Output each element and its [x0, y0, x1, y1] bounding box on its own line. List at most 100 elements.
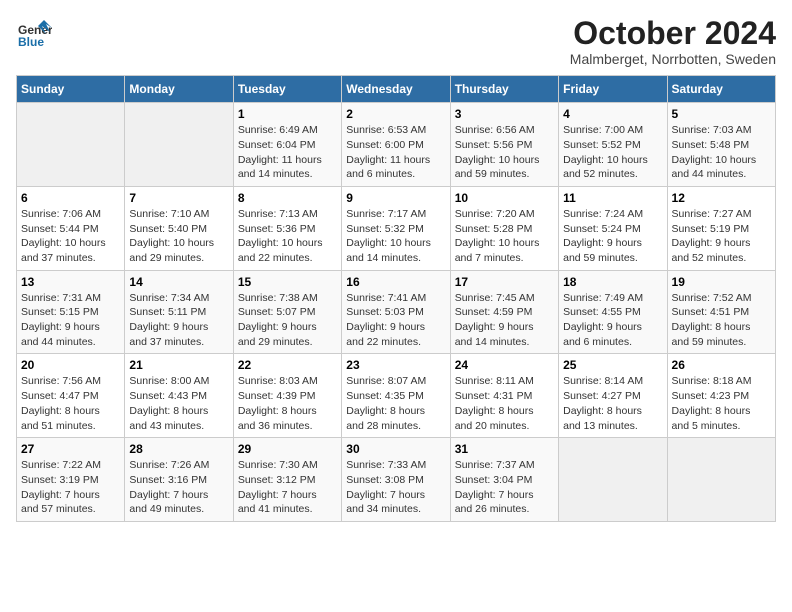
day-detail: Sunrise: 7:03 AM Sunset: 5:48 PM Dayligh…	[672, 123, 771, 182]
svg-text:Blue: Blue	[18, 35, 44, 49]
day-number: 16	[346, 275, 445, 289]
day-detail: Sunrise: 7:38 AM Sunset: 5:07 PM Dayligh…	[238, 291, 337, 350]
weekday-header-row: SundayMondayTuesdayWednesdayThursdayFrid…	[17, 76, 776, 103]
calendar-cell: 12Sunrise: 7:27 AM Sunset: 5:19 PM Dayli…	[667, 186, 775, 270]
day-detail: Sunrise: 8:18 AM Sunset: 4:23 PM Dayligh…	[672, 374, 771, 433]
day-number: 4	[563, 107, 662, 121]
day-detail: Sunrise: 7:13 AM Sunset: 5:36 PM Dayligh…	[238, 207, 337, 266]
main-title: October 2024	[570, 16, 776, 51]
weekday-header-wednesday: Wednesday	[342, 76, 450, 103]
day-detail: Sunrise: 7:41 AM Sunset: 5:03 PM Dayligh…	[346, 291, 445, 350]
calendar-cell	[17, 103, 125, 187]
calendar-cell: 16 Sunrise: 7:41 AM Sunset: 5:03 PM Dayli…	[342, 270, 450, 354]
calendar-cell: 22 Sunrise: 8:03 AM Sunset: 4:39 PM Dayli…	[233, 354, 341, 438]
day-detail: Sunrise: 7:00 AM Sunset: 5:52 PM Dayligh…	[563, 123, 662, 182]
day-detail: Sunrise: 7:17 AM Sunset: 5:32 PM Dayligh…	[346, 207, 445, 266]
calendar-cell: 30Sunrise: 7:33 AM Sunset: 3:08 PM Dayli…	[342, 438, 450, 522]
calendar-cell: 29Sunrise: 7:30 AM Sunset: 3:12 PM Dayli…	[233, 438, 341, 522]
day-number: 21	[129, 358, 228, 372]
calendar-cell: 8 Sunrise: 7:13 AM Sunset: 5:36 PM Daylig…	[233, 186, 341, 270]
calendar-cell: 9 Sunrise: 7:17 AM Sunset: 5:32 PM Daylig…	[342, 186, 450, 270]
calendar-cell: 2 Sunrise: 6:53 AM Sunset: 6:00 PM Daylig…	[342, 103, 450, 187]
calendar-cell: 23 Sunrise: 8:07 AM Sunset: 4:35 PM Dayli…	[342, 354, 450, 438]
day-number: 2	[346, 107, 445, 121]
calendar-cell: 15 Sunrise: 7:38 AM Sunset: 5:07 PM Dayli…	[233, 270, 341, 354]
day-number: 26	[672, 358, 771, 372]
day-detail: Sunrise: 7:33 AM Sunset: 3:08 PM Dayligh…	[346, 458, 445, 517]
day-detail: Sunrise: 7:49 AM Sunset: 4:55 PM Dayligh…	[563, 291, 662, 350]
calendar-table: SundayMondayTuesdayWednesdayThursdayFrid…	[16, 75, 776, 522]
day-detail: Sunrise: 8:11 AM Sunset: 4:31 PM Dayligh…	[455, 374, 554, 433]
day-detail: Sunrise: 8:07 AM Sunset: 4:35 PM Dayligh…	[346, 374, 445, 433]
calendar-cell: 20Sunrise: 7:56 AM Sunset: 4:47 PM Dayli…	[17, 354, 125, 438]
day-number: 6	[21, 191, 120, 205]
day-number: 8	[238, 191, 337, 205]
calendar-cell: 24 Sunrise: 8:11 AM Sunset: 4:31 PM Dayli…	[450, 354, 558, 438]
day-number: 15	[238, 275, 337, 289]
day-detail: Sunrise: 7:27 AM Sunset: 5:19 PM Dayligh…	[672, 207, 771, 266]
weekday-header-tuesday: Tuesday	[233, 76, 341, 103]
calendar-cell: 11 Sunrise: 7:24 AM Sunset: 5:24 PM Dayli…	[559, 186, 667, 270]
subtitle: Malmberget, Norrbotten, Sweden	[570, 51, 776, 67]
day-detail: Sunrise: 7:24 AM Sunset: 5:24 PM Dayligh…	[563, 207, 662, 266]
week-row-4: 20Sunrise: 7:56 AM Sunset: 4:47 PM Dayli…	[17, 354, 776, 438]
logo: General Blue	[16, 16, 52, 52]
day-detail: Sunrise: 7:37 AM Sunset: 3:04 PM Dayligh…	[455, 458, 554, 517]
day-detail: Sunrise: 7:56 AM Sunset: 4:47 PM Dayligh…	[21, 374, 120, 433]
day-number: 28	[129, 442, 228, 456]
day-number: 17	[455, 275, 554, 289]
day-number: 18	[563, 275, 662, 289]
calendar-cell: 3Sunrise: 6:56 AM Sunset: 5:56 PM Daylig…	[450, 103, 558, 187]
calendar-cell: 21Sunrise: 8:00 AM Sunset: 4:43 PM Dayli…	[125, 354, 233, 438]
day-detail: Sunrise: 7:26 AM Sunset: 3:16 PM Dayligh…	[129, 458, 228, 517]
day-number: 31	[455, 442, 554, 456]
calendar-cell	[125, 103, 233, 187]
calendar-cell: 19 Sunrise: 7:52 AM Sunset: 4:51 PM Dayli…	[667, 270, 775, 354]
day-number: 24	[455, 358, 554, 372]
day-detail: Sunrise: 7:20 AM Sunset: 5:28 PM Dayligh…	[455, 207, 554, 266]
calendar-cell: 31 Sunrise: 7:37 AM Sunset: 3:04 PM Dayli…	[450, 438, 558, 522]
calendar-cell: 4 Sunrise: 7:00 AM Sunset: 5:52 PM Daylig…	[559, 103, 667, 187]
calendar-cell: 13Sunrise: 7:31 AM Sunset: 5:15 PM Dayli…	[17, 270, 125, 354]
calendar-cell: 25 Sunrise: 8:14 AM Sunset: 4:27 PM Dayli…	[559, 354, 667, 438]
day-detail: Sunrise: 7:10 AM Sunset: 5:40 PM Dayligh…	[129, 207, 228, 266]
day-number: 11	[563, 191, 662, 205]
week-row-1: 1Sunrise: 6:49 AM Sunset: 6:04 PM Daylig…	[17, 103, 776, 187]
calendar-cell: 5Sunrise: 7:03 AM Sunset: 5:48 PM Daylig…	[667, 103, 775, 187]
day-number: 19	[672, 275, 771, 289]
day-detail: Sunrise: 8:14 AM Sunset: 4:27 PM Dayligh…	[563, 374, 662, 433]
calendar-cell: 26 Sunrise: 8:18 AM Sunset: 4:23 PM Dayli…	[667, 354, 775, 438]
day-number: 3	[455, 107, 554, 121]
day-number: 22	[238, 358, 337, 372]
day-detail: Sunrise: 7:31 AM Sunset: 5:15 PM Dayligh…	[21, 291, 120, 350]
day-number: 27	[21, 442, 120, 456]
calendar-cell: 28 Sunrise: 7:26 AM Sunset: 3:16 PM Dayli…	[125, 438, 233, 522]
calendar-cell: 14Sunrise: 7:34 AM Sunset: 5:11 PM Dayli…	[125, 270, 233, 354]
logo-icon: General Blue	[16, 16, 52, 52]
week-row-5: 27 Sunrise: 7:22 AM Sunset: 3:19 PM Dayli…	[17, 438, 776, 522]
weekday-header-thursday: Thursday	[450, 76, 558, 103]
calendar-cell: 18 Sunrise: 7:49 AM Sunset: 4:55 PM Dayli…	[559, 270, 667, 354]
day-detail: Sunrise: 7:45 AM Sunset: 4:59 PM Dayligh…	[455, 291, 554, 350]
day-number: 25	[563, 358, 662, 372]
logo-svg: General Blue	[16, 16, 52, 52]
day-detail: Sunrise: 6:49 AM Sunset: 6:04 PM Dayligh…	[238, 123, 337, 182]
weekday-header-saturday: Saturday	[667, 76, 775, 103]
day-number: 7	[129, 191, 228, 205]
day-number: 9	[346, 191, 445, 205]
day-detail: Sunrise: 7:22 AM Sunset: 3:19 PM Dayligh…	[21, 458, 120, 517]
day-detail: Sunrise: 7:52 AM Sunset: 4:51 PM Dayligh…	[672, 291, 771, 350]
calendar-cell	[559, 438, 667, 522]
week-row-2: 6Sunrise: 7:06 AM Sunset: 5:44 PM Daylig…	[17, 186, 776, 270]
calendar-cell	[667, 438, 775, 522]
weekday-header-friday: Friday	[559, 76, 667, 103]
week-row-3: 13Sunrise: 7:31 AM Sunset: 5:15 PM Dayli…	[17, 270, 776, 354]
day-number: 23	[346, 358, 445, 372]
weekday-header-sunday: Sunday	[17, 76, 125, 103]
day-number: 14	[129, 275, 228, 289]
day-detail: Sunrise: 6:53 AM Sunset: 6:00 PM Dayligh…	[346, 123, 445, 182]
calendar-cell: 1Sunrise: 6:49 AM Sunset: 6:04 PM Daylig…	[233, 103, 341, 187]
title-area: October 2024 Malmberget, Norrbotten, Swe…	[570, 16, 776, 67]
calendar-cell: 10Sunrise: 7:20 AM Sunset: 5:28 PM Dayli…	[450, 186, 558, 270]
day-detail: Sunrise: 8:03 AM Sunset: 4:39 PM Dayligh…	[238, 374, 337, 433]
